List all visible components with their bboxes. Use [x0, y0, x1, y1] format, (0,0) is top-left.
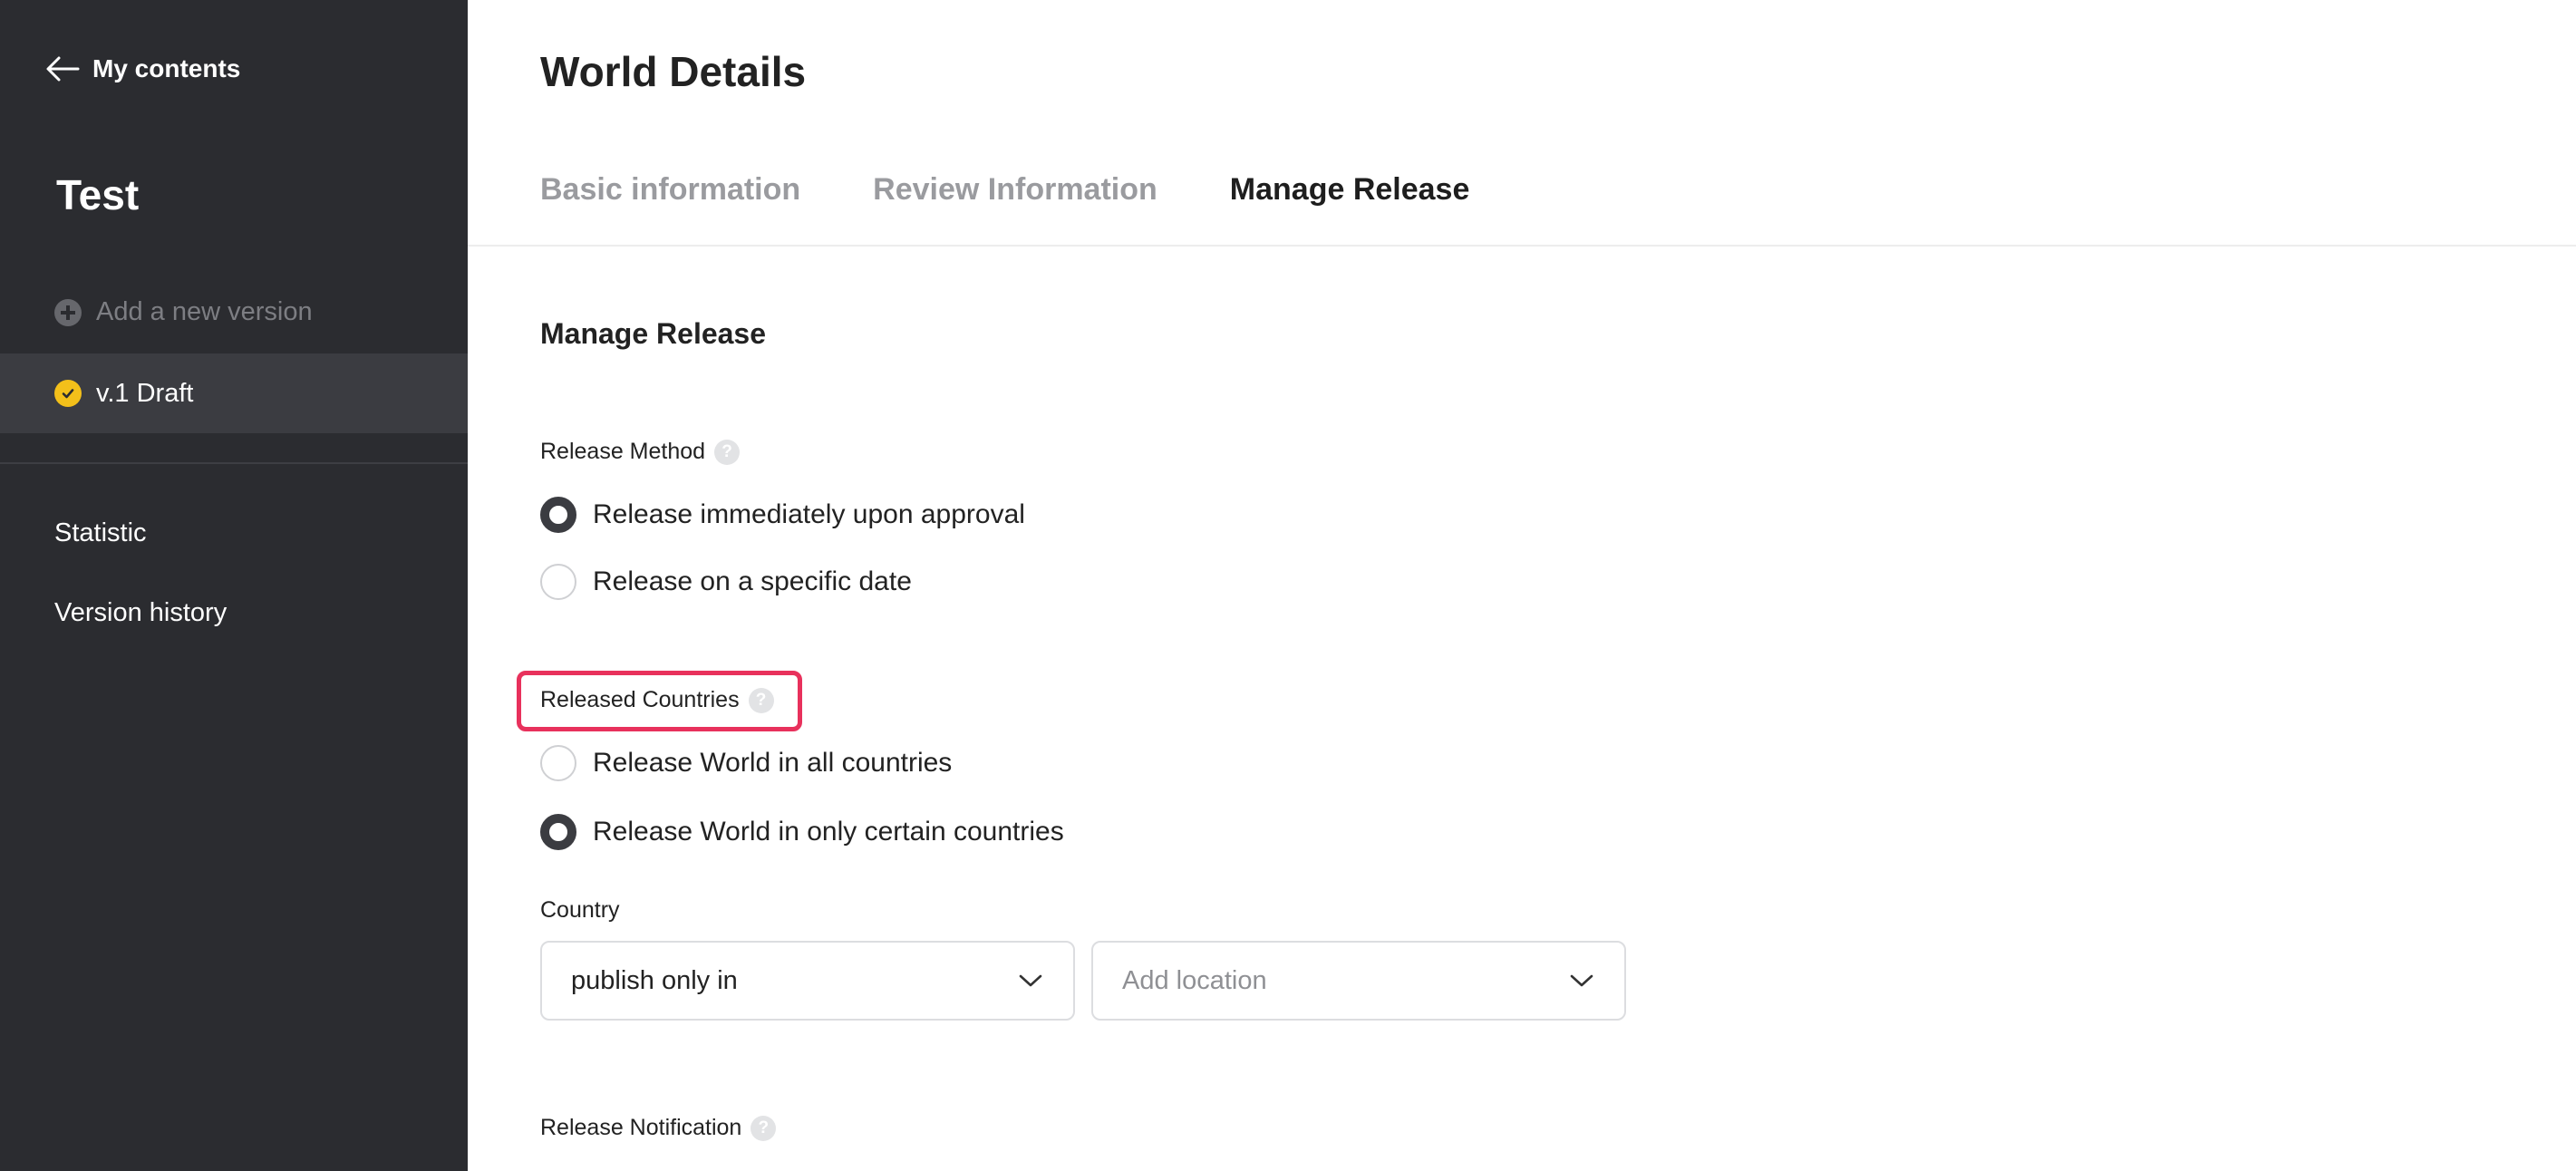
check-circle-icon: [54, 380, 82, 407]
release-notification-label: Release Notification ?: [540, 1115, 777, 1141]
sidebar-item-version-history[interactable]: Version history: [54, 598, 227, 628]
chevron-down-icon: [1570, 974, 1593, 987]
help-icon[interactable]: ?: [751, 1115, 777, 1141]
plus-circle-icon: [54, 298, 82, 326]
publish-mode-select[interactable]: publish only in: [540, 941, 1075, 1021]
add-new-version-button[interactable]: Add a new version: [54, 297, 313, 327]
add-location-placeholder: Add location: [1122, 965, 1267, 995]
radio-release-all-countries[interactable]: Release World in all countries: [540, 745, 952, 781]
tab-basic-information[interactable]: Basic information: [540, 172, 800, 208]
page-title: World Details: [540, 48, 807, 95]
tab-bar: Basic information Review Information Man…: [540, 172, 1469, 208]
radio-selected-icon: [540, 497, 576, 533]
radio-selected-icon: [540, 814, 576, 850]
section-title: Manage Release: [540, 317, 767, 350]
version-item-v1-draft[interactable]: v.1 Draft: [0, 353, 468, 433]
radio-label: Release on a specific date: [593, 566, 912, 596]
back-label: My contents: [92, 54, 241, 82]
radio-unselected-icon: [540, 745, 576, 781]
radio-release-certain-countries[interactable]: Release World in only certain countries: [540, 814, 1064, 850]
chevron-down-icon: [1019, 974, 1042, 987]
radio-release-specific-date[interactable]: Release on a specific date: [540, 564, 912, 600]
sidebar-divider: [0, 462, 468, 464]
arrow-left-icon: [46, 56, 80, 82]
version-label: v.1 Draft: [96, 378, 194, 408]
radio-release-immediately[interactable]: Release immediately upon approval: [540, 497, 1025, 533]
tab-review-information[interactable]: Review Information: [873, 172, 1157, 208]
country-label: Country: [540, 897, 620, 924]
release-method-text: Release Method: [540, 439, 706, 464]
add-version-label: Add a new version: [96, 297, 313, 326]
release-method-label: Release Method ?: [540, 439, 741, 465]
publish-mode-value: publish only in: [571, 965, 738, 995]
radio-label: Release World in only certain countries: [593, 817, 1064, 847]
radio-unselected-icon: [540, 564, 576, 600]
radio-label: Release immediately upon approval: [593, 499, 1025, 529]
project-title: Test: [56, 171, 140, 218]
country-text: Country: [540, 897, 620, 923]
back-to-my-contents-link[interactable]: My contents: [45, 54, 240, 83]
tabs-divider: [468, 245, 2576, 247]
help-icon[interactable]: ?: [714, 439, 741, 465]
sidebar-item-statistic[interactable]: Statistic: [54, 518, 147, 548]
release-notification-text: Release Notification: [540, 1115, 742, 1140]
add-location-select[interactable]: Add location: [1091, 941, 1626, 1021]
tab-manage-release[interactable]: Manage Release: [1230, 172, 1470, 208]
sidebar: My contents Test Add a new version v.1 D…: [0, 0, 468, 1171]
main-content: World Details Basic information Review I…: [468, 0, 2576, 1171]
radio-label: Release World in all countries: [593, 748, 953, 778]
highlight-box: [517, 671, 802, 731]
